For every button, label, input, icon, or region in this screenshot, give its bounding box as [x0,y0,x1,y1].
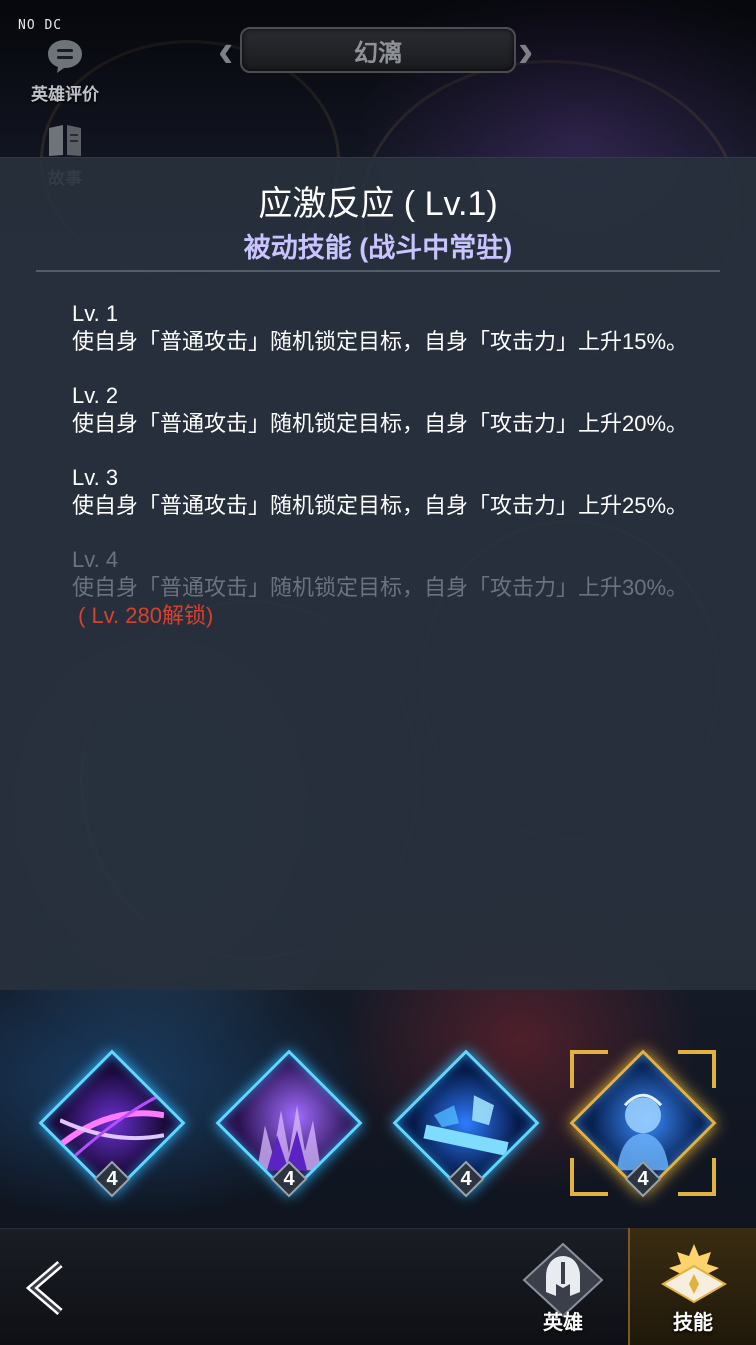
skill-level-item-locked: Lv. 4 使自身「普通攻击」随机锁定目标，自身「攻击力」上升30%。 ( Lv.… [72,546,692,630]
selection-corner [678,1158,716,1196]
prev-hero-arrow[interactable]: ‹ [218,27,238,75]
skill-level-item: Lv. 3 使自身「普通攻击」随机锁定目标，自身「攻击力」上升25%。 [72,464,692,520]
back-button[interactable] [20,1258,80,1318]
level-description: 使自身「普通攻击」随机锁定目标，自身「攻击力」上升15%。 [72,329,689,354]
selection-corner [570,1158,608,1196]
skill-level-item: Lv. 2 使自身「普通攻击」随机锁定目标，自身「攻击力」上升20%。 [72,382,692,438]
next-hero-arrow[interactable]: › [518,27,538,75]
level-description: 使自身「普通攻击」随机锁定目标，自身「攻击力」上升20%。 [72,411,689,436]
skill-slot-1[interactable]: 4 [37,1048,187,1198]
nav-hero-label: 英雄 [543,1312,583,1334]
skill-level-item: Lv. 1 使自身「普通攻击」随机锁定目标，自身「攻击力」上升15%。 [72,300,692,356]
skill-slot-2[interactable]: 4 [214,1048,364,1198]
skill-type: 被动技能 (战斗中常驻) [243,233,513,263]
nav-tab-skill-active[interactable]: 技能 [628,1228,756,1345]
hero-name-plate: 幻漓 [240,27,516,73]
debug-label: NO DC [18,18,63,33]
skill-level-list: Lv. 1 使自身「普通攻击」随机锁定目标，自身「攻击力」上升15%。 Lv. … [72,300,692,656]
selection-corner [570,1050,608,1088]
unlock-requirement: ( Lv. 280解锁) [78,603,214,628]
top-shade [0,0,756,160]
skill-title: 应激反应 ( Lv.1) [258,185,498,223]
level-title: Lv. 3 [72,465,119,490]
book-icon [45,120,85,160]
nav-tab-hero[interactable]: 英雄 [508,1228,618,1345]
skill-level-badge: 4 [93,1160,131,1198]
level-title: Lv. 2 [72,383,119,408]
level-description: 使自身「普通攻击」随机锁定目标，自身「攻击力」上升30%。 [72,575,689,600]
skill-level-badge: 4 [624,1160,662,1198]
skill-level-badge: 4 [270,1160,308,1198]
hero-name: 幻漓 [354,39,402,67]
skill-detail-panel: 应激反应 ( Lv.1) 被动技能 (战斗中常驻) Lv. 1 使自身「普通攻击… [0,157,756,990]
hero-rating-label: 英雄评价 [31,85,99,104]
skill-slot-4-selected[interactable]: 4 [568,1048,718,1198]
nav-skill-label: 技能 [673,1312,713,1334]
back-arrow-icon [25,1260,63,1316]
skill-slot-3[interactable]: 4 [391,1048,541,1198]
divider [36,270,720,272]
level-title: Lv. 1 [72,301,119,326]
hero-rating-button[interactable]: 英雄评价 [20,36,110,105]
skill-level-badge: 4 [447,1160,485,1198]
chat-bubble-icon [45,36,85,76]
level-description: 使自身「普通攻击」随机锁定目标，自身「攻击力」上升25%。 [72,493,689,518]
selection-corner [678,1050,716,1088]
level-title: Lv. 4 [72,547,119,572]
